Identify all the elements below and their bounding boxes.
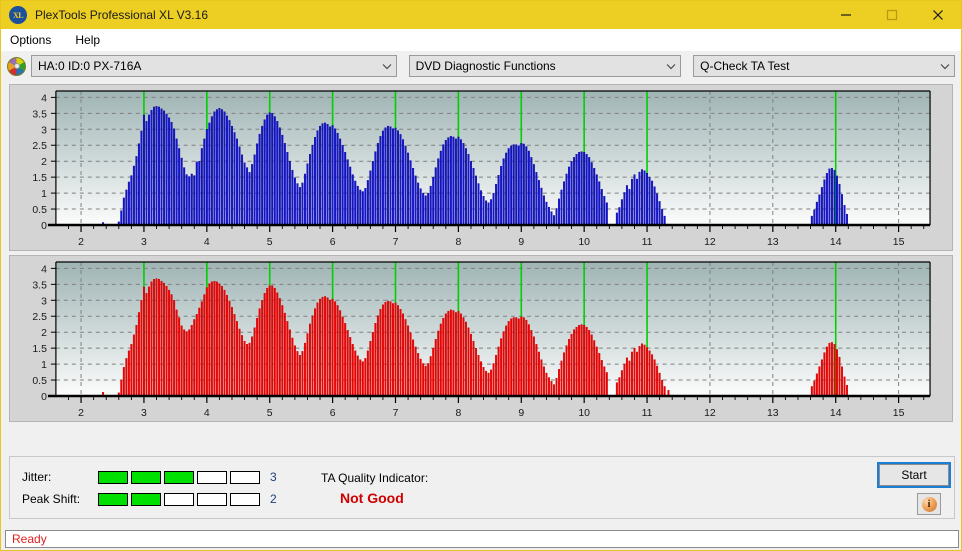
menu-item-help[interactable]: Help <box>73 33 110 47</box>
svg-text:6: 6 <box>330 408 336 419</box>
plextools-window: XL PlexTools Professional XL V3.16 Optio… <box>0 0 962 551</box>
menu-bar: Options Help <box>1 29 961 51</box>
jitter-value: 3 <box>270 470 277 484</box>
svg-text:0.5: 0.5 <box>32 205 47 216</box>
svg-text:3: 3 <box>41 296 47 307</box>
svg-text:3: 3 <box>141 408 147 419</box>
jitter-meter-row: Jitter: 3 <box>22 470 277 484</box>
svg-text:1.5: 1.5 <box>32 173 47 184</box>
peak-shift-label: Peak Shift: <box>22 492 81 506</box>
svg-text:3: 3 <box>41 125 47 136</box>
ta-quality-value: Not Good <box>340 490 404 506</box>
svg-text:14: 14 <box>830 237 842 248</box>
svg-text:6: 6 <box>330 237 336 248</box>
svg-text:2: 2 <box>78 408 84 419</box>
svg-text:8: 8 <box>455 408 461 419</box>
test-select-value: Q-Check TA Test <box>700 59 790 73</box>
results-panel: Jitter: 3 Peak Shift: 2 TA Quality Indic… <box>9 456 955 519</box>
svg-text:9: 9 <box>518 408 524 419</box>
status-text: Ready <box>12 532 47 546</box>
chevron-down-icon <box>378 63 396 70</box>
svg-text:2: 2 <box>78 237 84 248</box>
svg-text:3.5: 3.5 <box>32 109 47 120</box>
chart-panel-lower: 0 0.5 1 1.5 2 2.5 3 3.5 4 2 3 4 5 6 7 8 9 10 11 12 13 14 15 <box>9 255 953 422</box>
svg-text:0: 0 <box>41 392 47 403</box>
svg-text:1: 1 <box>41 189 47 200</box>
svg-text:9: 9 <box>518 237 524 248</box>
svg-text:2: 2 <box>41 328 47 339</box>
svg-text:2: 2 <box>41 157 47 168</box>
jitter-label: Jitter: <box>22 470 52 484</box>
jitter-segment <box>164 470 194 484</box>
svg-text:10: 10 <box>578 408 590 419</box>
svg-text:1.5: 1.5 <box>32 344 47 355</box>
svg-text:3: 3 <box>141 237 147 248</box>
peak-shift-value: 2 <box>270 492 277 506</box>
optical-disc-icon <box>7 56 26 76</box>
ta-test-lower-plot: 0 0.5 1 1.5 2 2.5 3 3.5 4 2 3 4 5 6 7 8 9 10 11 12 13 14 15 <box>10 256 952 421</box>
peak-shift-segment <box>230 492 260 506</box>
ta-test-upper-plot: 0 0.5 1 1.5 2 2.5 3 3.5 4 2 3 4 5 6 7 8 9 10 11 12 13 14 15 <box>10 85 952 250</box>
peak-shift-segment <box>197 492 227 506</box>
function-select-value: DVD Diagnostic Functions <box>415 59 556 73</box>
maximize-icon[interactable] <box>869 1 915 29</box>
svg-text:1: 1 <box>41 360 47 371</box>
jitter-segment <box>230 470 260 484</box>
svg-text:15: 15 <box>893 408 905 419</box>
peak-shift-segment <box>98 492 128 506</box>
chart-panel-upper: 0 0.5 1 1.5 2 2.5 3 3.5 4 2 3 4 5 6 7 8 9 10 11 12 13 14 15 <box>9 84 953 251</box>
svg-text:4: 4 <box>204 237 210 248</box>
window-title: PlexTools Professional XL V3.16 <box>35 8 208 22</box>
svg-text:10: 10 <box>578 237 590 248</box>
svg-text:12: 12 <box>704 408 716 419</box>
close-icon[interactable] <box>915 1 961 29</box>
jitter-segment <box>98 470 128 484</box>
svg-text:0: 0 <box>41 221 47 232</box>
svg-text:11: 11 <box>642 408 653 419</box>
svg-text:15: 15 <box>893 237 905 248</box>
peak-shift-segment <box>131 492 161 506</box>
svg-text:13: 13 <box>767 408 779 419</box>
info-button[interactable]: i <box>917 493 941 515</box>
jitter-segment <box>131 470 161 484</box>
minimize-icon[interactable] <box>823 1 869 29</box>
window-controls <box>823 1 961 29</box>
svg-text:8: 8 <box>455 237 461 248</box>
charts-area: 0 0.5 1 1.5 2 2.5 3 3.5 4 2 3 4 5 6 7 8 9 10 11 12 13 14 15 00… <box>1 84 961 422</box>
chevron-down-icon <box>662 63 680 70</box>
svg-text:5: 5 <box>267 237 273 248</box>
info-icon: i <box>921 496 937 512</box>
svg-text:0.5: 0.5 <box>32 376 47 387</box>
svg-text:7: 7 <box>393 237 399 248</box>
svg-text:5: 5 <box>267 408 273 419</box>
svg-text:4: 4 <box>41 264 47 275</box>
ta-quality-label: TA Quality Indicator: <box>321 471 429 485</box>
svg-text:2.5: 2.5 <box>32 312 47 323</box>
svg-text:12: 12 <box>704 237 716 248</box>
test-select[interactable]: Q-Check TA Test <box>693 55 955 77</box>
chevron-down-icon <box>936 63 954 70</box>
svg-text:11: 11 <box>642 237 653 248</box>
status-bar: Ready <box>5 530 959 548</box>
drive-select-value: HA:0 ID:0 PX-716A <box>38 59 142 73</box>
svg-text:4: 4 <box>41 93 47 104</box>
svg-text:3.5: 3.5 <box>32 280 47 291</box>
menu-item-options[interactable]: Options <box>8 33 61 47</box>
svg-text:13: 13 <box>767 237 779 248</box>
toolbar-selects: HA:0 ID:0 PX-716A DVD Diagnostic Functio… <box>1 51 961 81</box>
start-button[interactable]: Start <box>877 462 951 488</box>
peak-shift-segment <box>164 492 194 506</box>
svg-text:2.5: 2.5 <box>32 141 47 152</box>
jitter-segment <box>197 470 227 484</box>
title-bar: XL PlexTools Professional XL V3.16 <box>1 1 961 29</box>
svg-text:7: 7 <box>393 408 399 419</box>
svg-text:4: 4 <box>204 408 210 419</box>
svg-text:14: 14 <box>830 408 842 419</box>
drive-select[interactable]: HA:0 ID:0 PX-716A <box>31 55 397 77</box>
xl-logo-icon: XL <box>9 6 27 24</box>
peak-shift-meter-row: Peak Shift: 2 <box>22 492 277 506</box>
function-select[interactable]: DVD Diagnostic Functions <box>408 55 682 77</box>
